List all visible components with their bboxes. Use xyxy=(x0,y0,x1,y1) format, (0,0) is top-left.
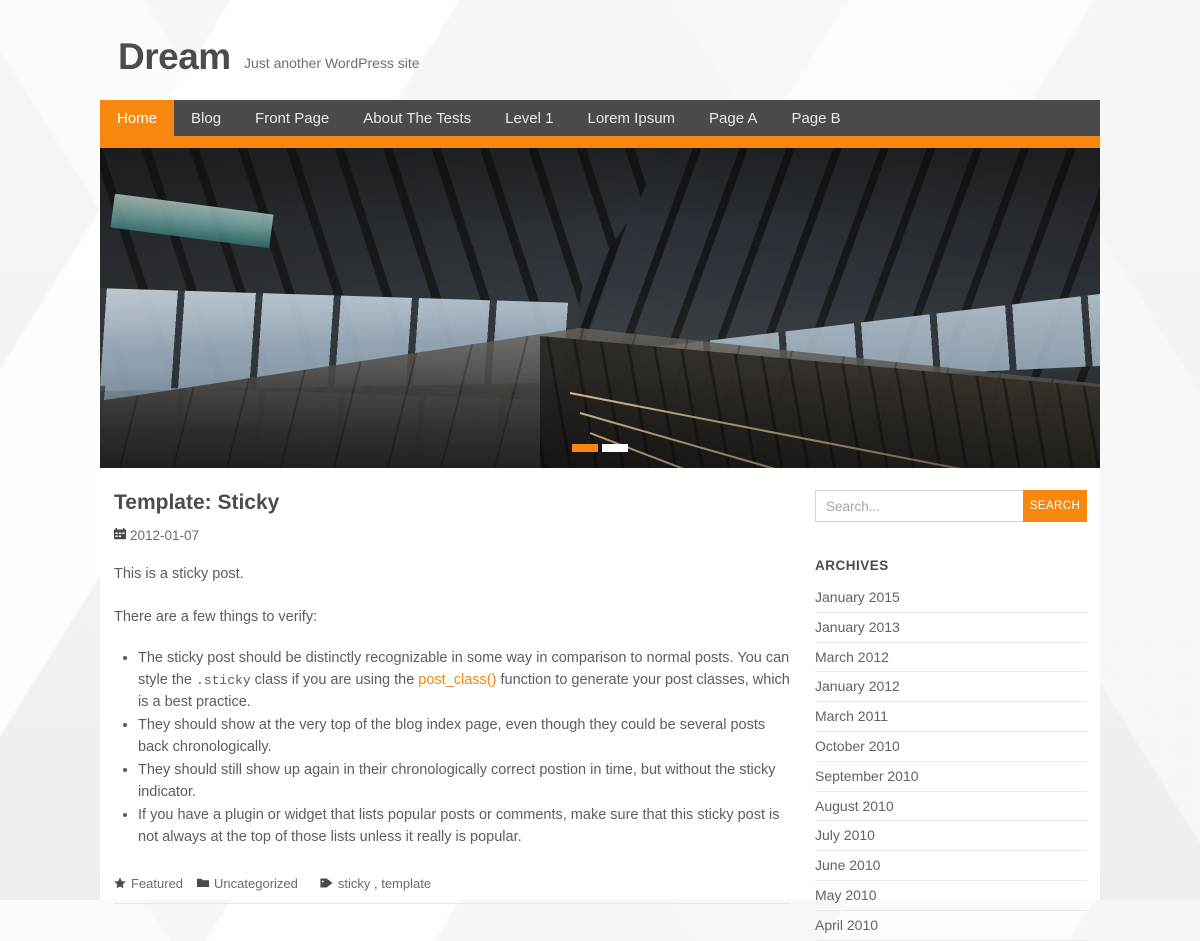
list-item: October 2010 xyxy=(815,732,1087,762)
list-item: April 2010 xyxy=(815,911,1087,941)
nav-item-about-the-tests[interactable]: About The Tests xyxy=(346,100,488,136)
main-navigation: Home Blog Front Page About The Tests Lev… xyxy=(100,100,1100,148)
list-item: January 2012 xyxy=(815,672,1087,703)
featured-meta[interactable]: Featured xyxy=(114,876,183,891)
tags-label: sticky , template xyxy=(337,876,432,892)
list-item: The sticky post should be distinctly rec… xyxy=(138,647,796,713)
star-icon xyxy=(114,877,126,891)
nav-item-level-1[interactable]: Level 1 xyxy=(488,100,570,136)
hero-image xyxy=(100,148,1100,468)
archive-link-june-2010[interactable]: June 2010 xyxy=(815,851,1087,880)
nav-list: Home Blog Front Page About The Tests Lev… xyxy=(100,100,1100,136)
archives-list: January 2015 January 2013 March 2012 Jan… xyxy=(815,583,1087,941)
category-meta[interactable]: Uncategorized xyxy=(197,876,298,891)
post-title[interactable]: Template: Sticky xyxy=(114,490,796,515)
archive-link-october-2010[interactable]: October 2010 xyxy=(815,732,1087,761)
post-content: This is a sticky post. There are a few t… xyxy=(114,563,796,848)
hero-vignette xyxy=(100,148,1100,468)
list-item: If you have a plugin or widget that list… xyxy=(138,804,796,848)
list-item: They should show at the very top of the … xyxy=(138,714,796,758)
post-class-link[interactable]: post_class() xyxy=(418,672,496,688)
calendar-icon xyxy=(114,528,126,543)
site-title[interactable]: Dream xyxy=(118,36,231,78)
hero-pagination xyxy=(572,444,628,452)
list-item: June 2010 xyxy=(815,851,1087,881)
archive-link-january-2012[interactable]: January 2012 xyxy=(815,672,1087,701)
tags-meta[interactable]: sticky , template xyxy=(320,876,431,891)
archive-link-january-2015[interactable]: January 2015 xyxy=(815,583,1087,612)
bullet-1-code: .sticky xyxy=(196,673,251,689)
folder-icon xyxy=(197,877,210,890)
archive-link-april-2010[interactable]: April 2010 xyxy=(815,911,1087,940)
nav-item-page-b[interactable]: Page B xyxy=(774,100,857,136)
tag-icon xyxy=(320,877,333,891)
list-item: March 2011 xyxy=(815,702,1087,732)
search-button[interactable]: SEARCH xyxy=(1023,490,1087,522)
archives-widget-title: ARCHIVES xyxy=(815,558,889,573)
post-article: Template: Sticky 2012-01-07 This is a st… xyxy=(114,490,796,905)
hero-slider[interactable] xyxy=(100,148,1100,468)
hero-pagination-dot-2[interactable] xyxy=(602,444,628,452)
post-paragraph-1: This is a sticky post. xyxy=(114,566,244,583)
site-description: Just another WordPress site xyxy=(244,55,420,71)
bullet-1-part-2: class if you are using the xyxy=(250,672,419,689)
list-item: July 2010 xyxy=(815,821,1087,852)
content-area: Template: Sticky 2012-01-07 This is a st… xyxy=(100,468,1100,941)
archive-link-march-2012[interactable]: March 2012 xyxy=(815,643,1087,672)
post-bullet-list: The sticky post should be distinctly rec… xyxy=(114,647,796,848)
archive-link-march-2011[interactable]: March 2011 xyxy=(815,702,1087,731)
archive-link-july-2010[interactable]: July 2010 xyxy=(815,821,1087,850)
page-root: Dream Just another WordPress site Home B… xyxy=(0,0,1200,941)
nav-item-page-a[interactable]: Page A xyxy=(692,100,774,136)
post-paragraph-2: There are a few things to verify: xyxy=(114,608,318,625)
list-item: September 2010 xyxy=(815,762,1087,792)
sidebar: SEARCH ARCHIVES January 2015 January 201… xyxy=(815,490,1087,941)
category-label: Uncategorized xyxy=(214,876,298,892)
archive-link-january-2013[interactable]: January 2013 xyxy=(815,613,1087,642)
search-form: SEARCH xyxy=(815,490,1087,522)
archive-link-september-2010[interactable]: September 2010 xyxy=(815,762,1087,791)
list-item: August 2010 xyxy=(815,792,1087,822)
post-footer-meta: Featured Uncategorized sticky , template xyxy=(114,876,790,905)
site-header: Dream Just another WordPress site xyxy=(100,0,1100,104)
list-item: January 2015 xyxy=(815,583,1087,613)
list-item: January 2013 xyxy=(815,613,1087,643)
post-date[interactable]: 2012-01-07 xyxy=(130,528,199,543)
nav-item-lorem-ipsum[interactable]: Lorem Ipsum xyxy=(571,100,693,136)
search-input[interactable] xyxy=(815,490,1023,522)
nav-item-home[interactable]: Home xyxy=(100,100,175,136)
list-item: March 2012 xyxy=(815,643,1087,673)
archive-link-august-2010[interactable]: August 2010 xyxy=(815,792,1087,821)
list-item: They should still show up again in their… xyxy=(138,759,796,803)
post-date-meta: 2012-01-07 xyxy=(114,528,796,543)
list-item: May 2010 xyxy=(815,881,1087,911)
nav-item-blog[interactable]: Blog xyxy=(174,100,238,136)
nav-item-front-page[interactable]: Front Page xyxy=(238,100,346,136)
archive-link-may-2010[interactable]: May 2010 xyxy=(815,881,1087,910)
featured-label: Featured xyxy=(131,876,184,892)
hero-pagination-dot-1[interactable] xyxy=(572,444,598,452)
